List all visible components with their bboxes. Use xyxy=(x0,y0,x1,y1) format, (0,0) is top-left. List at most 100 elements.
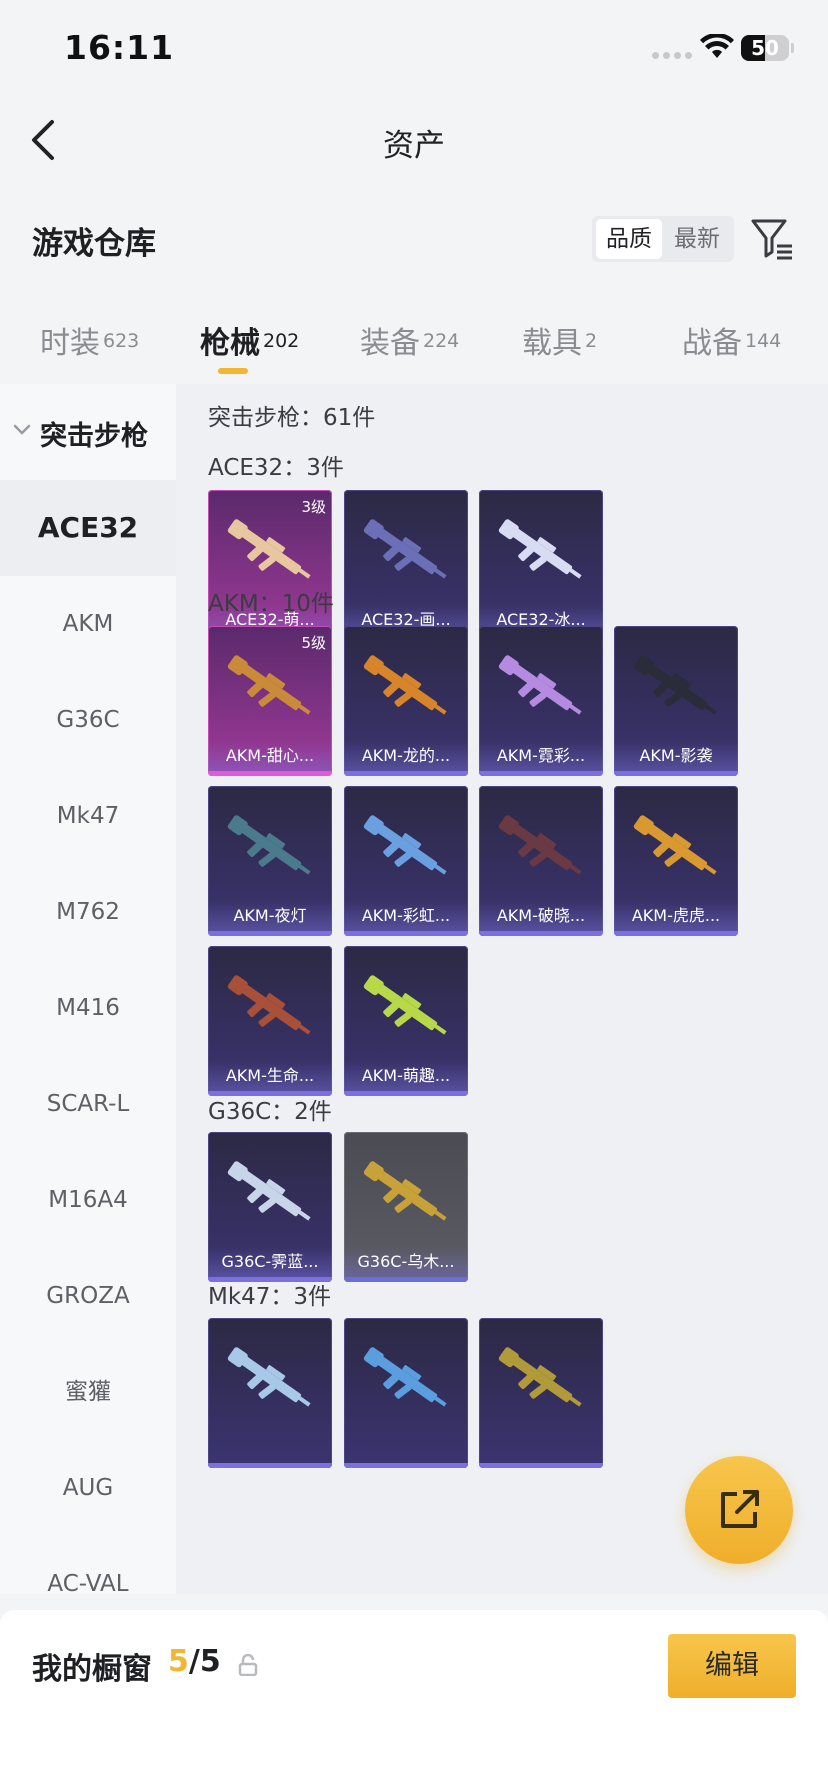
weapon-sidebar: 突击步枪 ACE32 AKM G36C Mk47 M762 M416 SCAR-L M16A4… xyxy=(0,384,176,1594)
tab-label: 枪械 xyxy=(200,326,260,361)
card-name: G36C-霁蓝... xyxy=(208,1247,332,1277)
card-rarity-bar xyxy=(344,1277,468,1282)
tab-label: 时装 xyxy=(40,326,100,361)
rifle-icon xyxy=(227,975,311,1035)
sort-newest-button[interactable]: 最新 xyxy=(664,219,730,259)
warehouse-title: 游戏仓库 xyxy=(32,226,156,262)
rifle-icon xyxy=(633,815,717,875)
sidebar-item[interactable]: SCAR-L xyxy=(0,1056,176,1152)
tab-label: 装备 xyxy=(360,326,420,361)
sidebar-item[interactable]: GROZA xyxy=(0,1248,176,1344)
sort-toggle: 品质 最新 xyxy=(592,216,734,262)
tab-count: 623 xyxy=(103,329,140,352)
tab-vehicles[interactable]: 载具 2 xyxy=(522,318,597,368)
card-rarity-bar xyxy=(344,931,468,936)
weapon-grid: 突击步枪：61件 ACE32：3件 3级 ACE32-萌... ACE32-画... A… xyxy=(176,384,828,1594)
nav-bar: 资产 xyxy=(0,100,828,180)
weapon-card[interactable]: AKM-霓彩... xyxy=(479,626,603,776)
group-label: ACE32：3件 xyxy=(208,455,344,481)
weapon-card[interactable]: AKM-龙的... xyxy=(344,626,468,776)
group-label: AKM：10件 xyxy=(208,591,334,617)
sidebar-item[interactable]: 蜜獾 xyxy=(0,1344,176,1440)
tab-label: 战备 xyxy=(682,326,742,361)
card-rarity-bar xyxy=(614,771,738,776)
sidebar-category-label: 突击步枪 xyxy=(40,421,148,452)
card-name: AKM-夜灯 xyxy=(208,901,332,931)
battery-level: 50 xyxy=(751,36,779,60)
tab-fashion[interactable]: 时装 623 xyxy=(40,318,139,368)
card-name: AKM-生命... xyxy=(208,1061,332,1091)
card-name: AKM-虎虎... xyxy=(614,901,738,931)
card-name: AKM-彩虹... xyxy=(344,901,468,931)
card-rarity-bar xyxy=(614,931,738,936)
rifle-icon xyxy=(363,975,447,1035)
sidebar-item[interactable]: AC-VAL xyxy=(0,1536,176,1594)
sidebar-item[interactable]: G36C xyxy=(0,672,176,768)
sidebar-item[interactable]: AUG xyxy=(0,1440,176,1536)
rifle-icon xyxy=(227,815,311,875)
weapon-card[interactable] xyxy=(208,1318,332,1468)
weapon-card[interactable]: AKM-萌趣... xyxy=(344,946,468,1096)
tab-firearms[interactable]: 枪械 202 xyxy=(200,318,299,368)
rifle-icon xyxy=(363,815,447,875)
card-name: AKM-甜心... xyxy=(208,741,332,771)
weapon-card[interactable]: AKM-破晓... xyxy=(479,786,603,936)
weapon-card[interactable]: ACE32-画... xyxy=(344,490,468,640)
card-level: 5级 xyxy=(301,634,326,652)
total-count: 突击步枪：61件 xyxy=(208,405,376,431)
weapon-card[interactable]: G36C-霁蓝... xyxy=(208,1132,332,1282)
sort-quality-button[interactable]: 品质 xyxy=(596,219,662,259)
weapon-card[interactable]: AKM-彩虹... xyxy=(344,786,468,936)
card-name: AKM-破晓... xyxy=(479,901,603,931)
page-title: 资产 xyxy=(383,128,445,164)
rifle-icon xyxy=(227,655,311,715)
sidebar-item[interactable]: M416 xyxy=(0,960,176,1056)
rifle-icon xyxy=(363,1161,447,1221)
tab-indicator xyxy=(218,368,248,374)
sidebar-item[interactable]: ACE32 xyxy=(0,480,176,576)
card-name: G36C-乌木... xyxy=(344,1247,468,1277)
edit-button[interactable]: 编辑 xyxy=(668,1634,796,1698)
group-label: G36C：2件 xyxy=(208,1099,332,1125)
weapon-card[interactable] xyxy=(344,1318,468,1468)
card-name: AKM-霓彩... xyxy=(479,741,603,771)
sidebar-item[interactable]: Mk47 xyxy=(0,768,176,864)
sidebar-item[interactable]: M762 xyxy=(0,864,176,960)
showcase-total: /5 xyxy=(188,1644,221,1679)
rifle-icon xyxy=(363,1347,447,1407)
tab-count: 202 xyxy=(263,329,300,352)
weapon-card[interactable]: AKM-影袭 xyxy=(614,626,738,776)
card-rarity-bar xyxy=(208,1463,332,1468)
sidebar-item[interactable]: M16A4 xyxy=(0,1152,176,1248)
card-rarity-bar xyxy=(208,771,332,776)
group-label: Mk47：3件 xyxy=(208,1284,332,1310)
weapon-card[interactable] xyxy=(479,1318,603,1468)
wifi-icon xyxy=(700,34,734,58)
tab-supplies[interactable]: 战备 144 xyxy=(682,318,781,368)
card-rarity-bar xyxy=(344,1463,468,1468)
card-name: AKM-萌趣... xyxy=(344,1061,468,1091)
weapon-card[interactable]: ACE32-冰... xyxy=(479,490,603,640)
rifle-icon xyxy=(498,1347,582,1407)
rifle-icon xyxy=(498,815,582,875)
sidebar-category[interactable]: 突击步枪 xyxy=(0,384,176,480)
weapon-card[interactable]: 5级 AKM-甜心... xyxy=(208,626,332,776)
weapon-card[interactable]: AKM-虎虎... xyxy=(614,786,738,936)
share-icon xyxy=(721,1490,759,1528)
weapon-card[interactable]: G36C-乌木... xyxy=(344,1132,468,1282)
rifle-icon xyxy=(498,519,582,579)
share-button[interactable] xyxy=(685,1456,793,1564)
card-rarity-bar xyxy=(208,931,332,936)
chevron-down-icon xyxy=(13,424,31,435)
rifle-icon xyxy=(498,655,582,715)
card-name: AKM-影袭 xyxy=(614,741,738,771)
category-tabs: 时装 623 枪械 202 装备 224 载具 2 战备 144 xyxy=(0,310,828,380)
weapon-card[interactable]: AKM-生命... xyxy=(208,946,332,1096)
weapon-card[interactable]: AKM-夜灯 xyxy=(208,786,332,936)
tab-equipment[interactable]: 装备 224 xyxy=(360,318,459,368)
tab-count: 224 xyxy=(423,329,460,352)
tab-label: 载具 xyxy=(522,326,582,361)
sidebar-item[interactable]: AKM xyxy=(0,576,176,672)
rifle-icon xyxy=(227,1161,311,1221)
filter-icon[interactable] xyxy=(750,216,794,262)
